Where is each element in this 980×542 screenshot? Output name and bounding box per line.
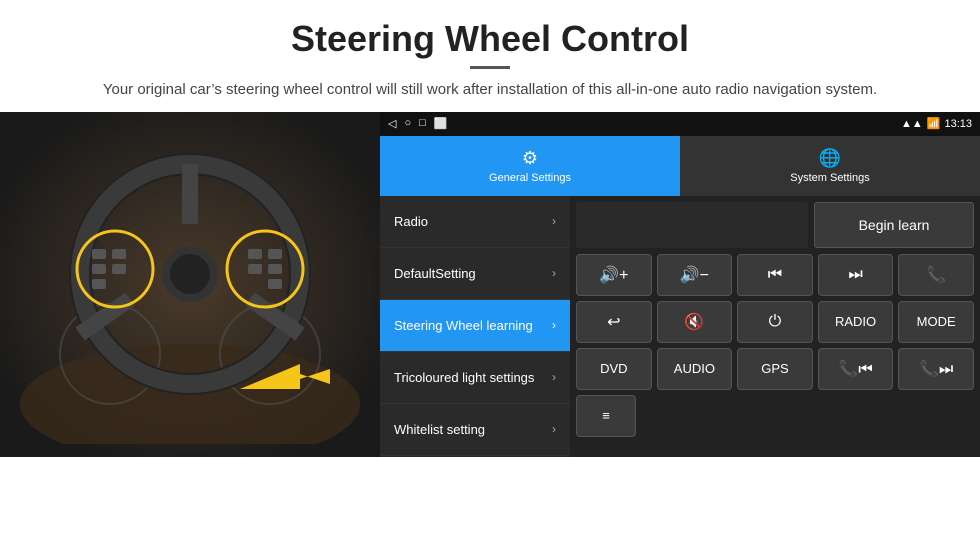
page-subtitle: Your original car’s steering wheel contr…: [20, 79, 960, 102]
steering-wheel-svg: [20, 124, 360, 444]
next-track-icon: ⏭: [848, 266, 862, 284]
menu-item-tricoloured-label: Tricoloured light settings: [394, 370, 552, 385]
media-button[interactable]: ≡: [576, 395, 636, 437]
menu-item-default-setting[interactable]: DefaultSetting ›: [380, 248, 570, 300]
begin-learn-label: Begin learn: [859, 217, 930, 233]
dvd-label: DVD: [600, 361, 627, 376]
menu-item-steering-label: Steering Wheel learning: [394, 318, 552, 333]
content-area: Radio › DefaultSetting › Steering Wheel …: [380, 196, 980, 457]
menu-item-default-label: DefaultSetting: [394, 266, 552, 281]
button-row-3: DVD AUDIO GPS 📞⏮: [576, 348, 974, 390]
volume-up-icon: 🔊+: [599, 265, 628, 285]
chevron-icon-tricoloured: ›: [552, 370, 556, 384]
prev-track-button[interactable]: ⏮: [737, 254, 813, 296]
menu-item-whitelist-label: Whitelist setting: [394, 422, 552, 437]
status-right: ▲▲ 📶 13:13: [901, 117, 972, 130]
mode-button[interactable]: MODE: [898, 301, 974, 343]
radio-button[interactable]: RADIO: [818, 301, 894, 343]
back-icon[interactable]: ◁: [388, 117, 396, 130]
clock: 13:13: [944, 118, 972, 130]
radio-label: RADIO: [835, 314, 876, 329]
power-button[interactable]: ⏻: [737, 301, 813, 343]
tab-system-settings[interactable]: 🌐 System Settings: [680, 136, 980, 196]
tab-system-label: System Settings: [790, 172, 869, 184]
status-bar: ◁ ○ □ ⬜ ▲▲ 📶 13:13: [380, 112, 980, 136]
begin-learn-button[interactable]: Begin learn: [814, 202, 974, 248]
nav-icons: ◁ ○ □ ⬜: [388, 117, 447, 130]
phone-icon: 📞: [926, 265, 946, 285]
hang-up-button[interactable]: ↩: [576, 301, 652, 343]
dvd-button[interactable]: DVD: [576, 348, 652, 390]
phone-next-button[interactable]: 📞⏭: [898, 348, 974, 390]
chevron-icon-steering: ›: [552, 318, 556, 332]
audio-button[interactable]: AUDIO: [657, 348, 733, 390]
mute-icon: 🔇: [684, 312, 704, 332]
home-icon[interactable]: ○: [404, 117, 411, 130]
media-icon: ≡: [602, 408, 610, 423]
mute-button[interactable]: 🔇: [657, 301, 733, 343]
power-icon: ⏻: [769, 313, 782, 331]
tab-general-label: General Settings: [489, 172, 571, 184]
car-image-area: [0, 112, 380, 457]
screenshot-icon[interactable]: ⬜: [434, 117, 448, 130]
prev-track-icon: ⏮: [768, 266, 782, 284]
menu-item-steering-wheel[interactable]: Steering Wheel learning ›: [380, 300, 570, 352]
page-title: Steering Wheel Control: [20, 18, 960, 60]
menu-item-radio-label: Radio: [394, 214, 552, 229]
general-settings-icon: ⚙: [522, 148, 538, 169]
button-row-4: ≡: [576, 395, 974, 437]
next-track-button[interactable]: ⏭: [818, 254, 894, 296]
right-panel: Begin learn 🔊+ 🔊−: [570, 196, 980, 457]
car-image-background: [0, 112, 380, 457]
volume-down-button[interactable]: 🔊−: [657, 254, 733, 296]
page-container: Steering Wheel Control Your original car…: [0, 0, 980, 457]
title-divider: [470, 66, 510, 69]
gps-button[interactable]: GPS: [737, 348, 813, 390]
volume-down-icon: 🔊−: [680, 265, 709, 285]
signal-icon: ▲▲: [901, 118, 923, 130]
menu-item-tricoloured[interactable]: Tricoloured light settings ›: [380, 352, 570, 404]
wifi-icon: 📶: [927, 117, 941, 130]
mode-label: MODE: [917, 314, 956, 329]
button-grid: 🔊+ 🔊− ⏮ ⏭ 📞: [576, 254, 974, 451]
hang-up-icon: ↩: [607, 312, 620, 332]
gps-label: GPS: [761, 361, 788, 376]
button-row-1: 🔊+ 🔊− ⏮ ⏭ 📞: [576, 254, 974, 296]
chevron-icon-whitelist: ›: [552, 422, 556, 436]
phone-prev-button[interactable]: 📞⏮: [818, 348, 894, 390]
system-settings-icon: 🌐: [819, 148, 841, 169]
volume-up-button[interactable]: 🔊+: [576, 254, 652, 296]
recent-icon[interactable]: □: [419, 117, 426, 130]
chevron-icon-radio: ›: [552, 214, 556, 228]
bottom-section: ◁ ○ □ ⬜ ▲▲ 📶 13:13 ⚙ General Settings: [0, 112, 980, 457]
phone-next-icon: 📞⏭: [919, 359, 953, 379]
phone-prev-icon: 📞⏮: [838, 359, 872, 379]
phone-button[interactable]: 📞: [898, 254, 974, 296]
top-row: Begin learn: [576, 202, 974, 248]
tab-general-settings[interactable]: ⚙ General Settings: [380, 136, 680, 196]
tab-bar: ⚙ General Settings 🌐 System Settings: [380, 136, 980, 196]
menu-item-whitelist[interactable]: Whitelist setting ›: [380, 404, 570, 456]
chevron-icon-default: ›: [552, 266, 556, 280]
audio-label: AUDIO: [674, 361, 715, 376]
header-section: Steering Wheel Control Your original car…: [0, 0, 980, 112]
empty-area: [576, 202, 808, 248]
button-row-2: ↩ 🔇 ⏻ RADIO MOD: [576, 301, 974, 343]
menu-item-radio[interactable]: Radio ›: [380, 196, 570, 248]
left-menu: Radio › DefaultSetting › Steering Wheel …: [380, 196, 570, 457]
android-ui: ◁ ○ □ ⬜ ▲▲ 📶 13:13 ⚙ General Settings: [380, 112, 980, 457]
